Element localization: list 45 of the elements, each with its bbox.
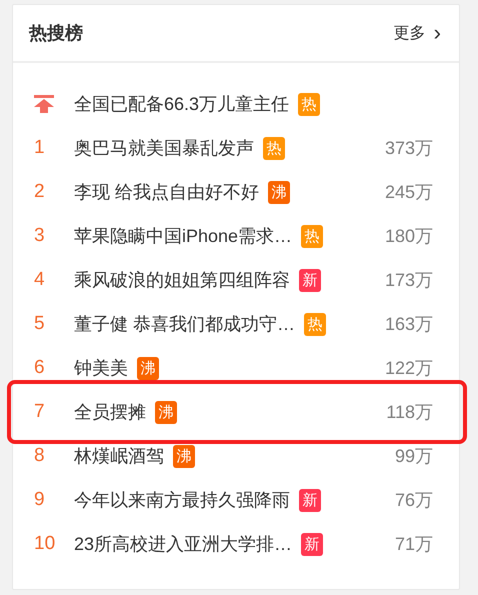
topic-link[interactable]: 钟美美 [74, 356, 128, 380]
hot-badge: 沸 [155, 400, 177, 424]
search-count: 118万 [386, 401, 433, 424]
hot-badge: 热 [298, 92, 320, 116]
search-count: 373万 [384, 137, 433, 160]
search-count: 122万 [384, 357, 433, 380]
hot-badge: 新 [299, 268, 321, 292]
topic-link[interactable]: 奥巴马就美国暴乱发声 [74, 136, 254, 160]
hot-badge: 新 [299, 488, 321, 512]
rank-number: 4 [34, 269, 46, 291]
hot-badge: 沸 [268, 180, 290, 204]
rank-number: 10 [34, 533, 56, 555]
search-count: 245万 [384, 181, 433, 204]
search-count: 180万 [384, 225, 433, 248]
topic-link[interactable]: 全国已配备66.3万儿童主任 [74, 92, 290, 116]
rank-number: 9 [34, 489, 46, 511]
pin-top-icon [34, 95, 54, 113]
topic-link[interactable]: 林熯岷酒驾 [74, 444, 164, 468]
rank-number: 3 [34, 225, 46, 247]
rank-number: 2 [34, 181, 46, 203]
card-title: 热搜榜 [29, 22, 83, 45]
topic-link[interactable]: 董子健 恭喜我们都成功守… [74, 312, 296, 336]
rank-number: 1 [34, 137, 46, 159]
hot-badge: 热 [304, 312, 326, 336]
hot-badge: 沸 [137, 356, 159, 380]
topic-link[interactable]: 李现 给我点自由好不好 [74, 180, 260, 204]
search-count: 163万 [384, 313, 433, 336]
search-count: 71万 [394, 533, 433, 556]
hot-badge: 热 [301, 224, 324, 248]
rank-number: 6 [34, 357, 46, 379]
topic-link[interactable]: 苹果隐瞒中国iPhone需求… [74, 224, 292, 248]
hot-badge: 新 [301, 532, 324, 556]
topic-link[interactable]: 23所高校进入亚洲大学排… [74, 532, 292, 556]
search-count: 173万 [384, 269, 433, 292]
search-count: 76万 [394, 489, 433, 512]
topic-link[interactable]: 乘风破浪的姐姐第四组阵容 [74, 268, 290, 292]
rank-number: 8 [34, 445, 46, 467]
rank-number: 5 [34, 313, 46, 335]
more-link[interactable]: 更多 › [394, 22, 441, 44]
search-count: 99万 [394, 445, 433, 468]
hot-badge: 热 [263, 136, 285, 160]
topic-link[interactable]: 全员摆摊 [74, 400, 146, 424]
rank-number: 7 [34, 401, 46, 423]
topic-link[interactable]: 今年以来南方最持久强降雨 [74, 488, 290, 512]
hot-badge: 沸 [173, 444, 195, 468]
